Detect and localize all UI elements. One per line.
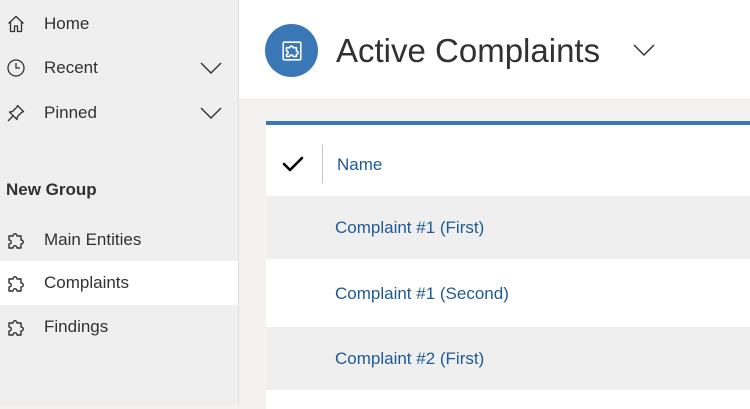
pin-icon [6, 103, 26, 123]
sidebar-item-findings[interactable]: Findings [0, 305, 238, 349]
grid-header: Name [266, 125, 750, 196]
table-row[interactable]: Complaint #1 (First) [266, 196, 750, 259]
sidebar-item-label: Findings [44, 317, 109, 336]
puzzle-icon [6, 273, 26, 293]
sidebar-item-label: Complaints [44, 273, 130, 292]
clock-icon [6, 58, 26, 78]
view-selector-chevron-down-icon[interactable] [632, 42, 656, 58]
sidebar-item-recent[interactable]: Recent [0, 46, 238, 90]
view-header: Active Complaints [239, 0, 750, 100]
records-grid: Name Complaint #1 (First) Complaint #1 (… [266, 121, 750, 409]
record-link[interactable]: Complaint #2 (First) [335, 349, 484, 369]
sidebar-item-complaints[interactable]: Complaints [0, 261, 238, 305]
sidebar-item-label: Home [44, 14, 90, 33]
select-all-checkmark-icon[interactable] [282, 155, 304, 173]
column-divider [322, 145, 323, 183]
chevron-down-icon[interactable] [200, 61, 222, 75]
sidebar-item-main-entities[interactable]: Main Entities [0, 218, 238, 262]
column-header-name[interactable]: Name [337, 155, 382, 175]
sidebar: Home Recent Pinned New Group Main Entiti… [0, 0, 239, 405]
record-link[interactable]: Complaint #1 (Second) [335, 284, 509, 304]
table-row[interactable]: Complaint #2 (First) [266, 327, 750, 390]
sidebar-item-home[interactable]: Home [0, 2, 238, 46]
sidebar-item-pinned[interactable]: Pinned [0, 91, 238, 135]
record-link[interactable]: Complaint #1 (First) [335, 218, 484, 238]
puzzle-icon [281, 40, 302, 61]
chevron-down-icon[interactable] [200, 106, 222, 120]
sidebar-item-label: Recent [44, 58, 98, 77]
sidebar-item-label: Main Entities [44, 230, 142, 249]
entity-icon-badge [265, 24, 318, 77]
sidebar-item-label: Pinned [44, 103, 97, 122]
home-icon [6, 14, 26, 34]
group-header: New Group [6, 180, 97, 199]
page-title: Active Complaints [336, 32, 601, 69]
puzzle-icon [6, 317, 26, 337]
table-row[interactable]: Complaint #1 (Second) [266, 262, 750, 325]
puzzle-icon [6, 230, 26, 250]
